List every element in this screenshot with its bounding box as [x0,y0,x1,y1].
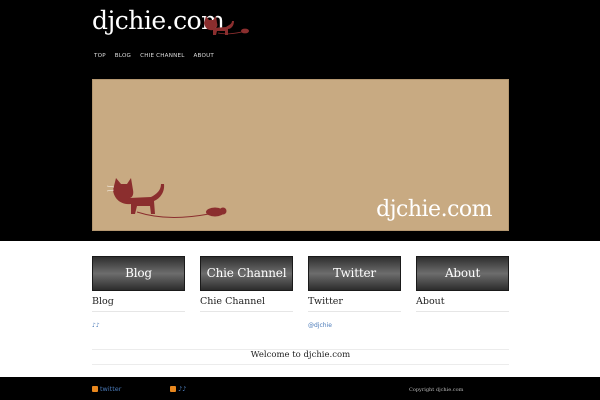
site-header: djchie.com TOP BLOG CHIE CHANNEL ABOUT d… [0,0,600,241]
nav-item-chie-channel[interactable]: CHIE CHANNEL [140,53,184,59]
twitter-handle-link[interactable]: @djchie [308,322,332,329]
hero-title: djchie.com [376,197,492,222]
cat-icon [204,16,249,35]
card-title: Chie Channel [200,296,293,312]
rss-icon [92,386,98,392]
hero-banner: djchie.com [92,79,509,231]
welcome-message: Welcome to djchie.com [250,350,351,360]
nav-item-top[interactable]: TOP [94,53,106,59]
feature-cards: Blog Blog Chie Channel Chie Channel Twit… [92,256,509,316]
card-blog: Blog Blog [92,256,185,312]
cat-with-microphone-illustration [107,178,227,218]
card-twitter: Twitter Twitter [308,256,401,312]
footer-music-link[interactable]: ♪♪ [178,385,186,393]
blog-button[interactable]: Blog [92,256,185,291]
twitter-button[interactable]: Twitter [308,256,401,291]
site-footer [0,377,600,400]
divider [92,364,509,365]
nav-item-blog[interactable]: BLOG [115,53,131,59]
card-title: Blog [92,296,185,312]
card-title: Twitter [308,296,401,312]
card-chie-channel: Chie Channel Chie Channel [200,256,293,312]
copyright-text: Copyright djchie.com [409,387,464,393]
card-title: About [416,296,509,312]
footer-twitter-link[interactable]: twitter [100,385,121,393]
nav-item-about[interactable]: ABOUT [194,53,214,59]
chie-channel-button[interactable]: Chie Channel [200,256,293,291]
blog-entry-link[interactable]: ♪♪ [92,322,100,329]
about-button[interactable]: About [416,256,509,291]
card-about: About About [416,256,509,312]
rss-icon [170,386,176,392]
main-nav: TOP BLOG CHIE CHANNEL ABOUT [94,53,214,59]
